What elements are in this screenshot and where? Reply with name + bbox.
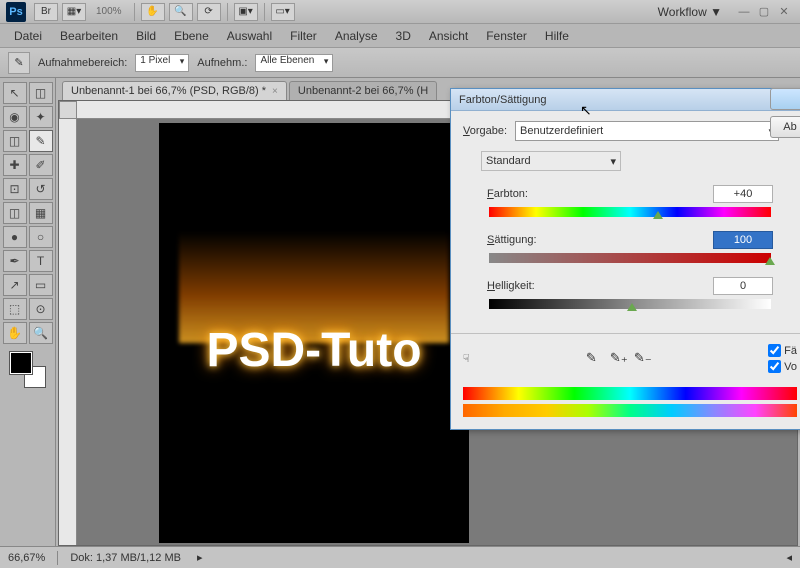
screen-mode-button[interactable]: ▣▾ [234,3,258,21]
pen-tool[interactable]: ✒ [3,250,27,272]
heal-tool[interactable]: ✚ [3,154,27,176]
sample-size-label: Aufnahmebereich: [38,57,127,69]
color-ramps [463,387,797,417]
hue-ramp-before [463,387,797,400]
document[interactable]: PSD-Tuto [159,123,469,543]
scrub-icon[interactable]: ☟ [463,352,470,365]
toolbox: ↖◫ ◉✦ ◫✎ ✚✐ ⊡↺ ◫▦ ●○ ✒T ↗▭ ⬚⊙ ✋🔍 [0,78,56,546]
frames-button[interactable]: ▦▾ [62,3,86,21]
dialog-title-bar[interactable]: Farbton/Sättigung [451,89,800,111]
eyedropper-icon[interactable]: ✎ [8,52,30,74]
hand-button[interactable]: ✋ [141,3,165,21]
rotate-button[interactable]: ⟳ [197,3,221,21]
hue-ramp-after [463,404,797,417]
cancel-button[interactable]: Ab [770,116,800,138]
sample-layers-select[interactable]: Alle Ebenen [255,54,333,72]
saturation-slider[interactable] [489,253,771,263]
eyedropper-add-icon[interactable]: ✎₊ [610,350,628,368]
hue-input[interactable]: +40 [713,185,773,203]
close-button[interactable]: ✕ [777,5,791,19]
eyedropper-sub-icon[interactable]: ✎₋ [634,350,652,368]
eraser-tool[interactable]: ◫ [3,202,27,224]
zoom-dropdown[interactable]: 100% [88,3,130,21]
options-bar: ✎ Aufnahmebereich: 1 Pixel Aufnehm.: All… [0,48,800,78]
selection-tool[interactable]: ◫ [29,82,53,104]
menu-fenster[interactable]: Fenster [486,29,527,43]
doc-tab-2[interactable]: Unbenannt-2 bei 66,7% (H [289,81,437,100]
history-tool[interactable]: ↺ [29,178,53,200]
hand-tool[interactable]: ✋ [3,322,27,344]
status-bar: 66,67% Dok: 1,37 MB/1,12 MB ▸ ◂ [0,546,800,568]
close-icon[interactable]: × [272,86,278,97]
sample-size-select[interactable]: 1 Pixel [135,54,189,72]
menu-hilfe[interactable]: Hilfe [545,29,569,43]
wand-tool[interactable]: ✦ [29,106,53,128]
menu-datei[interactable]: Datei [14,29,42,43]
brush-tool[interactable]: ✐ [29,154,53,176]
move-tool[interactable]: ↖ [3,82,27,104]
eyedropper-set-icon[interactable]: ✎ [586,350,604,368]
blur-tool[interactable]: ● [3,226,27,248]
lightness-label: Helligkeit: [487,280,535,292]
saturation-label: Sättigung: [487,234,537,246]
saturation-input[interactable]: 100 [713,231,773,249]
3d-tool[interactable]: ⬚ [3,298,27,320]
eyedropper-tool[interactable]: ✎ [29,130,53,152]
flame-effect [179,183,449,343]
preview-checkbox[interactable]: Vo [768,360,797,373]
preset-select[interactable]: Benutzerdefiniert▾ [515,121,779,141]
sample-layers-label: Aufnehm.: [197,57,247,69]
zoom-tool[interactable]: 🔍 [29,322,53,344]
menu-ansicht[interactable]: Ansicht [429,29,468,43]
ruler-origin[interactable] [59,101,77,119]
range-select[interactable]: Standard▾ [481,151,621,171]
hue-slider[interactable] [489,207,771,217]
menu-bar: Datei Bearbeiten Bild Ebene Auswahl Filt… [0,24,800,48]
menu-3d[interactable]: 3D [396,29,411,43]
status-docsize[interactable]: Dok: 1,37 MB/1,12 MB [70,552,181,564]
preset-label: Vorgabe: [463,125,507,137]
scroll-left-icon[interactable]: ◂ [786,551,792,564]
lasso-tool[interactable]: ◉ [3,106,27,128]
type-tool[interactable]: T [29,250,53,272]
lightness-input[interactable]: 0 [713,277,773,295]
arrange-button[interactable]: ▭▾ [271,3,295,21]
lightness-slider[interactable] [489,299,771,309]
zoom-button[interactable]: 🔍 [169,3,193,21]
camera-tool[interactable]: ⊙ [29,298,53,320]
color-swatches[interactable] [10,352,46,388]
menu-ebene[interactable]: Ebene [174,29,209,43]
menu-bild[interactable]: Bild [136,29,156,43]
path-tool[interactable]: ↗ [3,274,27,296]
menu-auswahl[interactable]: Auswahl [227,29,272,43]
bridge-button[interactable]: Br [34,3,58,21]
minimize-button[interactable]: — [737,5,751,19]
colorize-checkbox[interactable]: Fä [768,344,797,357]
status-zoom[interactable]: 66,67% [8,552,45,564]
hue-saturation-dialog: Farbton/Sättigung Vorgabe: Benutzerdefin… [450,88,800,430]
menu-analyse[interactable]: Analyse [335,29,378,43]
status-arrow-icon[interactable]: ▸ [197,551,203,564]
title-bar: Ps Br ▦▾ 100% ✋ 🔍 ⟳ ▣▾ ▭▾ Workflow ▼ — ▢… [0,0,800,24]
stamp-tool[interactable]: ⊡ [3,178,27,200]
workflow-dropdown[interactable]: Workflow ▼ [658,5,722,19]
menu-bearbeiten[interactable]: Bearbeiten [60,29,118,43]
dodge-tool[interactable]: ○ [29,226,53,248]
ruler-vertical[interactable] [59,119,77,545]
hue-label: Farbton: [487,188,528,200]
doc-tab-1[interactable]: Unbenannt-1 bei 66,7% (PSD, RGB/8) *× [62,81,287,100]
shape-tool[interactable]: ▭ [29,274,53,296]
app-logo: Ps [6,2,26,22]
ok-button[interactable] [770,88,800,110]
crop-tool[interactable]: ◫ [3,130,27,152]
canvas-text: PSD-Tuto [159,323,469,378]
gradient-tool[interactable]: ▦ [29,202,53,224]
maximize-button[interactable]: ▢ [757,5,771,19]
menu-filter[interactable]: Filter [290,29,317,43]
